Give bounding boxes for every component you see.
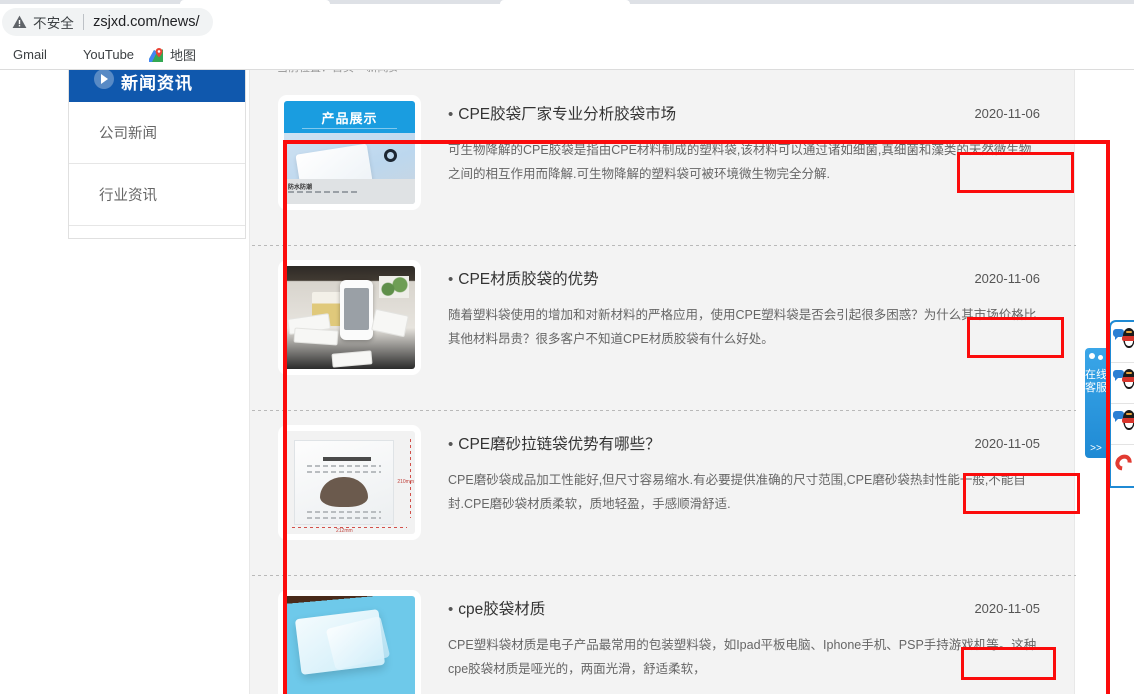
online-service-tab[interactable]: 在线客服 >> (1085, 348, 1107, 458)
sidebar-header-title: 新闻资讯 (121, 74, 193, 93)
expand-chevron-icon: >> (1090, 443, 1102, 454)
service-qq-row[interactable] (1111, 404, 1134, 445)
online-service-widget: 在线客服 >> (1085, 320, 1134, 488)
article-description: CPE塑料袋材质是电子产品最常用的包装塑料袋，如Ipad平板电脑、Iphone手… (448, 638, 1037, 676)
service-phone-row[interactable] (1111, 445, 1134, 486)
play-triangle-icon (94, 70, 114, 89)
bullet-icon: • (448, 106, 454, 123)
people-icon (1088, 352, 1104, 366)
article-description: 可生物降解的CPE胶袋是指由CPE材料制成的塑料袋,该材料可以通过诸如细菌,真细… (448, 143, 1032, 181)
article-body: • CPE胶袋厂家专业分析胶袋市场 2020-11-06 可生物降解的CPE胶袋是… (421, 95, 1040, 246)
bookmark-label: YouTube (82, 47, 135, 62)
security-label: 不安全 (33, 16, 75, 31)
bookmarks-bar: Gmail YouTube 地图 (0, 40, 1134, 69)
qq-penguin-scarf (1122, 336, 1134, 341)
article-description: 随着塑料袋使用的增加和对新材料的严格应用，使用CPE塑料袋是否会引起很多困惑？为… (448, 308, 1037, 346)
article-title-link[interactable]: • CPE磨砂拉链袋优势有哪些？ (448, 435, 1040, 455)
list-item[interactable]: 防水防潮 产品展示 • CPE胶袋厂家专业分析胶袋市场 2020-11-06 可… (250, 81, 1076, 246)
omnibox-row: 不安全 zsjxd.com/news/ (0, 4, 1134, 40)
online-service-label: 在线客服 (1085, 369, 1107, 394)
thumbnail-image-product-display: 防水防潮 产品展示 (284, 101, 415, 204)
bullet-icon: • (448, 436, 454, 453)
article-date: 2020-11-06 (974, 106, 1040, 121)
service-qq-row[interactable] (1111, 363, 1134, 404)
article-title-text: CPE磨砂拉链袋优势有哪些？ (458, 436, 661, 453)
article-thumbnail[interactable]: 防水防潮 产品展示 (278, 95, 421, 210)
sidebar-item-label: 公司新闻 (99, 126, 157, 142)
article-thumbnail[interactable] (278, 590, 421, 694)
thumbnail-banner-text: 产品展示 (321, 110, 378, 126)
article-date: 2020-11-06 (974, 271, 1040, 286)
service-qq-row[interactable] (1111, 322, 1134, 363)
article-title-text: cpe胶袋材质 (458, 601, 546, 618)
list-item[interactable]: • cpe胶袋材质 2020-11-05 CPE塑料袋材质是电子产品最常用的包装塑… (250, 576, 1076, 694)
article-thumbnail[interactable] (278, 260, 421, 375)
page-viewport: 新闻资讯 公司新闻 行业资讯 当前位置：首页 > 新闻资讯 (0, 70, 1134, 694)
sidebar-header: 新闻资讯 (69, 70, 245, 102)
article-date: 2020-11-05 (974, 601, 1040, 616)
service-contact-panel (1109, 320, 1134, 488)
article-title-link[interactable]: • cpe胶袋材质 (448, 600, 1040, 620)
news-list: 防水防潮 产品展示 • CPE胶袋厂家专业分析胶袋市场 2020-11-06 可… (250, 81, 1076, 694)
warning-triangle-icon (12, 15, 27, 29)
article-title-link[interactable]: • CPE胶袋厂家专业分析胶袋市场 (448, 105, 1040, 125)
bookmark-label: Gmail (13, 47, 47, 62)
bookmark-gmail[interactable]: Gmail (0, 43, 54, 67)
gmail-icon (0, 47, 7, 63)
list-item[interactable]: 210mm 212mm • CPE磨砂拉链袋优势有哪些？ 2020-11-05 C… (250, 411, 1076, 576)
thumbnail-image-phone-packaging (284, 266, 415, 369)
bookmark-label: 地图 (170, 48, 197, 63)
sidebar-item-industry-news[interactable]: 行业资讯 (69, 164, 245, 226)
article-title-link[interactable]: • CPE材质胶袋的优势 (448, 270, 1040, 290)
qq-penguin-scarf (1122, 377, 1134, 382)
telephone-icon (1112, 451, 1134, 474)
bookmark-maps[interactable]: 地图 (141, 43, 203, 67)
bookmark-youtube[interactable]: YouTube (54, 43, 141, 67)
list-item[interactable]: • CPE材质胶袋的优势 2020-11-06 随着塑料袋使用的增加和对新材料的严… (250, 246, 1076, 411)
sidebar-item-label: 行业资讯 (99, 188, 157, 204)
article-date: 2020-11-05 (974, 436, 1040, 451)
google-maps-icon (148, 47, 164, 63)
browser-chrome: 不安全 zsjxd.com/news/ Gmail YouTube 地图 (0, 0, 1134, 70)
article-body: • cpe胶袋材质 2020-11-05 CPE塑料袋材质是电子产品最常用的包装塑… (421, 590, 1040, 694)
thumbnail-dim-width: 212mm (336, 528, 353, 534)
bullet-icon: • (448, 601, 454, 618)
thumbnail-image-frosted-zipper-bag: 210mm 212mm (284, 431, 415, 534)
url-text: zsjxd.com/news/ (93, 14, 200, 30)
sidebar-item-company-news[interactable]: 公司新闻 (69, 102, 245, 164)
article-body: • CPE材质胶袋的优势 2020-11-06 随着塑料袋使用的增加和对新材料的严… (421, 260, 1040, 411)
omnibox-divider (83, 14, 85, 30)
breadcrumb-text: 当前位置：首页 > 新闻资讯 (277, 70, 397, 73)
article-body: • CPE磨砂拉链袋优势有哪些？ 2020-11-05 CPE磨砂袋成品加工性能好… (421, 425, 1040, 576)
sidebar-footer-spacer (69, 226, 245, 238)
thumbnail-caption: 防水防潮 (288, 185, 313, 191)
news-sidebar: 新闻资讯 公司新闻 行业资讯 (68, 70, 246, 239)
thumbnail-image-clear-plastic-bags (284, 596, 415, 694)
article-title-text: CPE材质胶袋的优势 (458, 271, 599, 288)
news-content-panel: 当前位置：首页 > 新闻资讯 防水防潮 (249, 70, 1076, 694)
article-thumbnail[interactable]: 210mm 212mm (278, 425, 421, 540)
article-title-text: CPE胶袋厂家专业分析胶袋市场 (458, 106, 677, 123)
thumbnail-dim-height: 210mm (397, 479, 414, 485)
address-bar[interactable]: 不安全 zsjxd.com/news/ (2, 8, 214, 36)
bullet-icon: • (448, 271, 454, 288)
qq-penguin-scarf (1122, 418, 1134, 423)
breadcrumb: 当前位置：首页 > 新闻资讯 (277, 70, 397, 73)
youtube-icon (61, 47, 77, 63)
article-description: CPE磨砂袋成品加工性能好,但尺寸容易缩水.有必要提供准确的尺寸范围,CPE磨砂… (448, 473, 1026, 511)
